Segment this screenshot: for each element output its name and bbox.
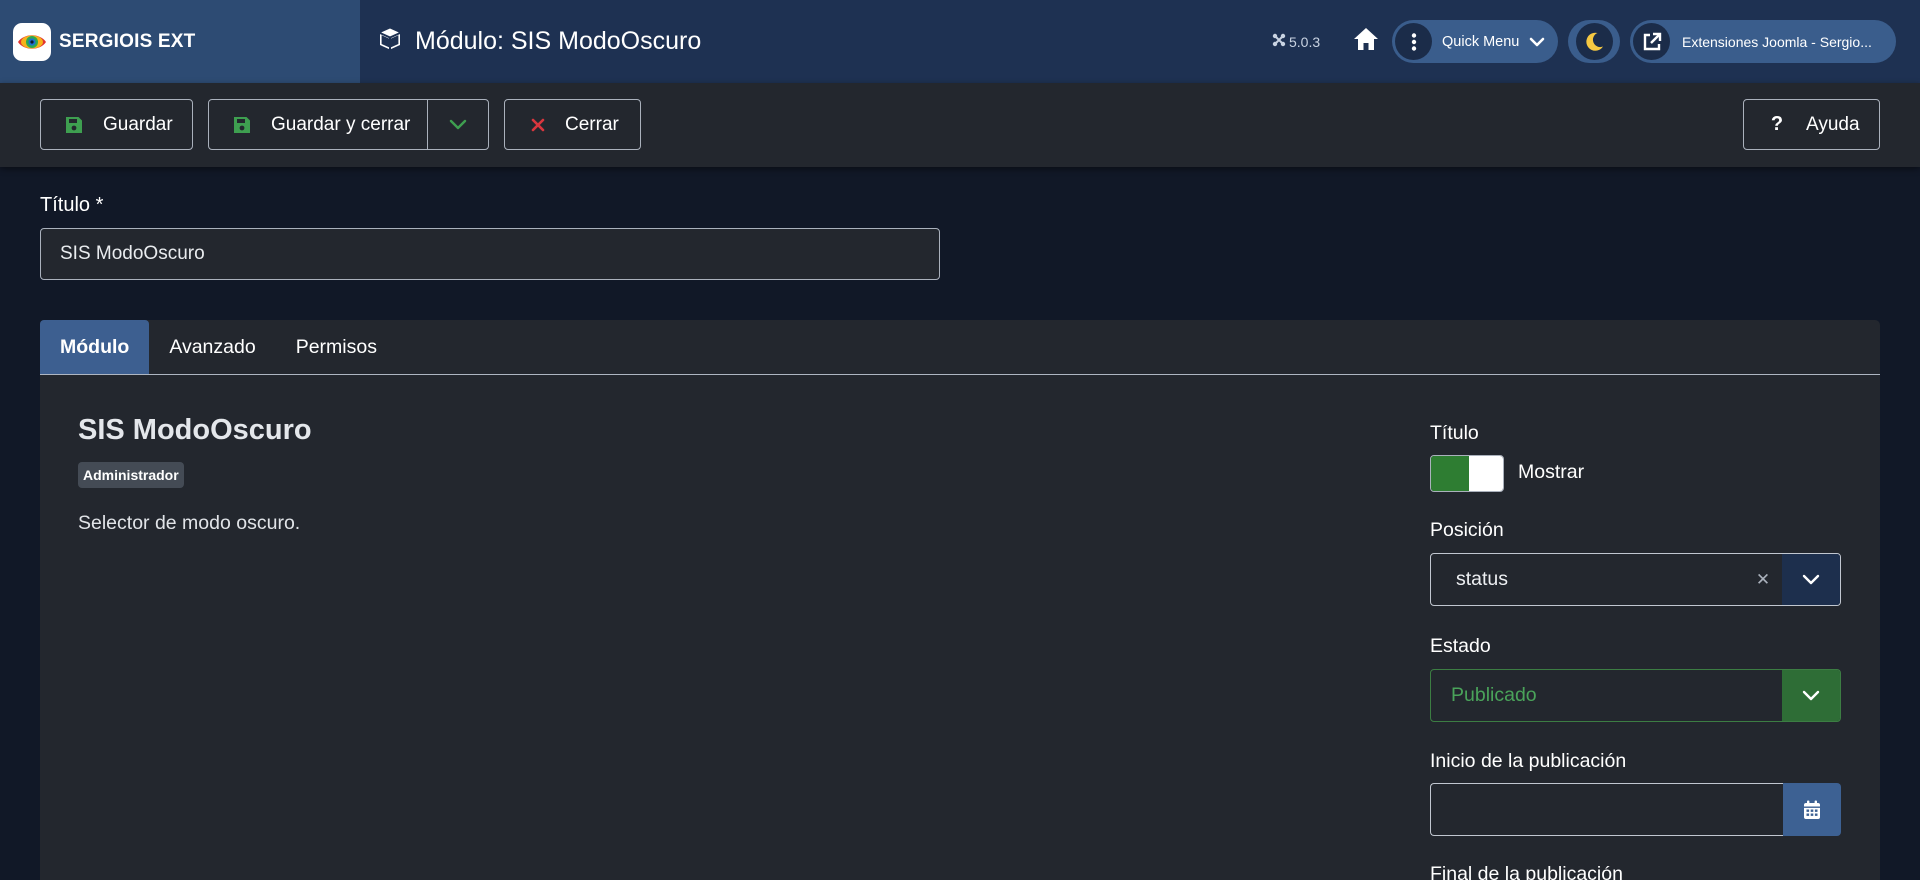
publish-up-field: [1430, 783, 1841, 836]
floppy-disk-icon: [63, 116, 85, 134]
module-description: Selector de modo oscuro.: [78, 512, 301, 534]
publish-up-input[interactable]: [1430, 783, 1783, 836]
state-label: Estado: [1430, 635, 1491, 657]
chevron-down-icon: [449, 119, 467, 130]
version: 5.0.3: [1272, 0, 1320, 83]
title-input[interactable]: [40, 228, 940, 280]
calendar-button[interactable]: [1783, 783, 1841, 836]
close-label: Cerrar: [565, 113, 619, 135]
save-button[interactable]: Guardar: [40, 99, 193, 150]
calendar-icon: [1803, 800, 1821, 820]
moon-icon: [1575, 23, 1613, 60]
header: SERGIOIS EXT Módulo: SIS ModoOscuro 5.0.…: [0, 0, 1920, 83]
state-select[interactable]: Publicado: [1430, 669, 1841, 722]
dark-mode-toggle[interactable]: [1568, 20, 1620, 63]
help-label: Ayuda: [1806, 113, 1860, 135]
page-title: Módulo: SIS ModoOscuro: [415, 27, 702, 55]
chevron-down-icon: [1529, 37, 1545, 47]
version-number: 5.0.3: [1289, 33, 1321, 50]
publish-up-label: Inicio de la publicación: [1430, 750, 1627, 772]
show-title-switch-label: Mostrar: [1518, 461, 1585, 483]
switch-on-state: [1431, 456, 1469, 491]
cube-icon: [378, 27, 402, 56]
position-label: Posición: [1430, 519, 1504, 541]
brand[interactable]: SERGIOIS EXT: [0, 0, 360, 83]
question-icon: ?: [1770, 113, 1784, 135]
quick-menu-button[interactable]: Quick Menu: [1392, 20, 1558, 63]
switch-knob: [1469, 456, 1503, 491]
title-field-label: Título *: [40, 194, 104, 216]
save-options-dropdown-button[interactable]: [427, 99, 489, 150]
home-button[interactable]: [1352, 27, 1380, 55]
clear-icon[interactable]: ✕: [1744, 554, 1782, 605]
joomla-icon: [1272, 33, 1289, 50]
module-panel: Módulo Avanzado Permisos SIS ModoOscuro …: [40, 320, 1880, 880]
home-icon: [1353, 27, 1379, 56]
publish-down-label: Final de la publicación: [1430, 863, 1623, 880]
chevron-down-icon[interactable]: [1782, 554, 1840, 605]
close-button[interactable]: Cerrar: [504, 99, 641, 150]
help-button[interactable]: ? Ayuda: [1743, 99, 1880, 150]
quick-menu-label: Quick Menu: [1442, 33, 1520, 50]
external-link-icon: [1633, 23, 1670, 60]
module-name: SIS ModoOscuro: [78, 414, 312, 446]
eye-logo-icon: [13, 22, 51, 61]
chevron-down-icon: [1782, 670, 1840, 721]
tab-advanced[interactable]: Avanzado: [149, 320, 275, 374]
page-title-wrap: Módulo: SIS ModoOscuro: [378, 0, 701, 83]
floppy-disk-icon: [231, 116, 253, 134]
external-link-label: Extensiones Joomla - Sergio...: [1682, 33, 1872, 50]
position-value: status: [1456, 568, 1509, 590]
toolbar: Guardar Guardar y cerrar Cerrar ? Ayuda: [0, 83, 1920, 167]
show-title-label: Título: [1430, 422, 1479, 444]
show-title-switch[interactable]: [1430, 455, 1504, 492]
external-site-link[interactable]: Extensiones Joomla - Sergio...: [1630, 20, 1896, 63]
state-value: Publicado: [1451, 684, 1537, 706]
save-close-label: Guardar y cerrar: [271, 113, 411, 135]
tab-permissions[interactable]: Permisos: [276, 320, 397, 374]
client-badge: Administrador: [78, 462, 184, 488]
save-label: Guardar: [103, 113, 173, 135]
more-vertical-icon: [1395, 23, 1432, 60]
position-select[interactable]: status ✕: [1430, 553, 1841, 606]
brand-name: SERGIOIS EXT: [59, 30, 196, 52]
save-close-button[interactable]: Guardar y cerrar: [208, 99, 428, 150]
tab-bar: Módulo Avanzado Permisos: [40, 320, 1880, 375]
tab-module[interactable]: Módulo: [40, 320, 150, 374]
close-icon: [527, 117, 549, 133]
